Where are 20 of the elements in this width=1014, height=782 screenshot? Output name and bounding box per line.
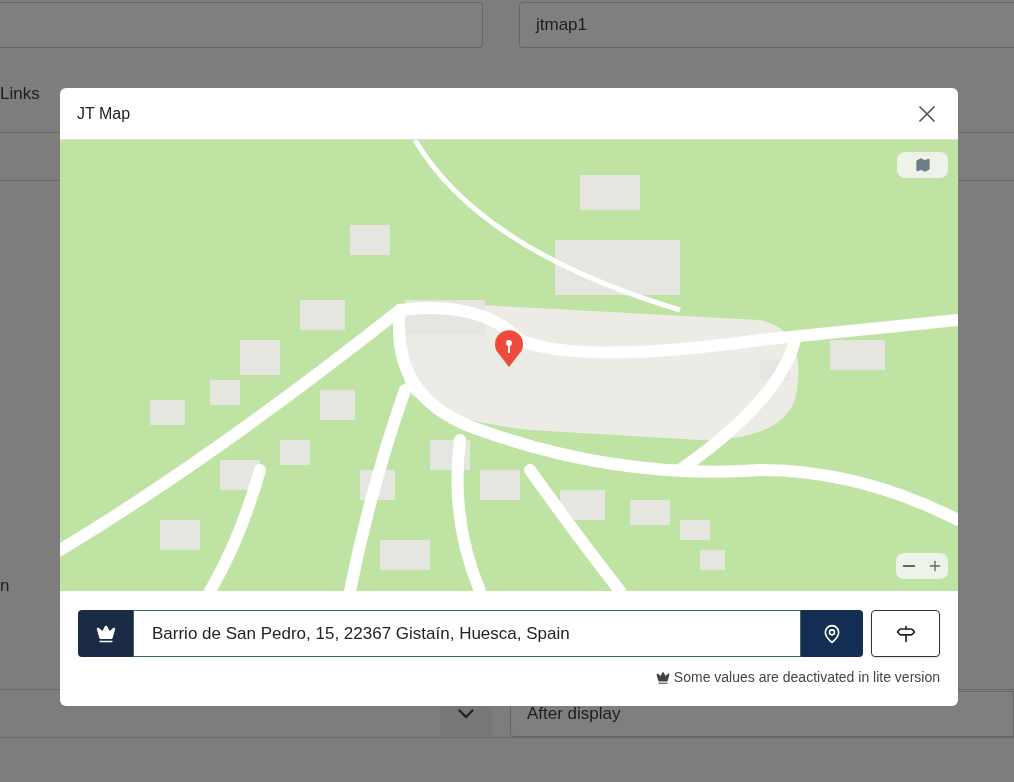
signpost-icon [895, 623, 916, 644]
map-icon [914, 157, 931, 173]
address-field[interactable]: Barrio de San Pedro, 15, 22367 Gistaín, Huesca, Spain [133, 610, 801, 657]
directions-button[interactable] [871, 610, 940, 657]
location-pin-icon [494, 330, 524, 368]
minus-icon [903, 565, 915, 567]
links-label: Links [0, 83, 40, 106]
premium-button[interactable] [78, 610, 133, 657]
pin-icon [822, 623, 842, 644]
map-type-button[interactable] [897, 152, 948, 178]
text-field[interactable] [0, 2, 483, 48]
crown-icon [95, 623, 116, 644]
dialog-title: JT Map [77, 103, 131, 124]
name-field[interactable]: jtmap1 [519, 2, 1014, 48]
field-label: n [0, 575, 10, 598]
locate-button[interactable] [801, 610, 863, 657]
plus-icon [927, 558, 943, 574]
chevron-down-icon [458, 708, 474, 719]
lite-version-note: Some values are deactivated in lite version [673, 668, 940, 687]
crown-icon [655, 670, 670, 685]
